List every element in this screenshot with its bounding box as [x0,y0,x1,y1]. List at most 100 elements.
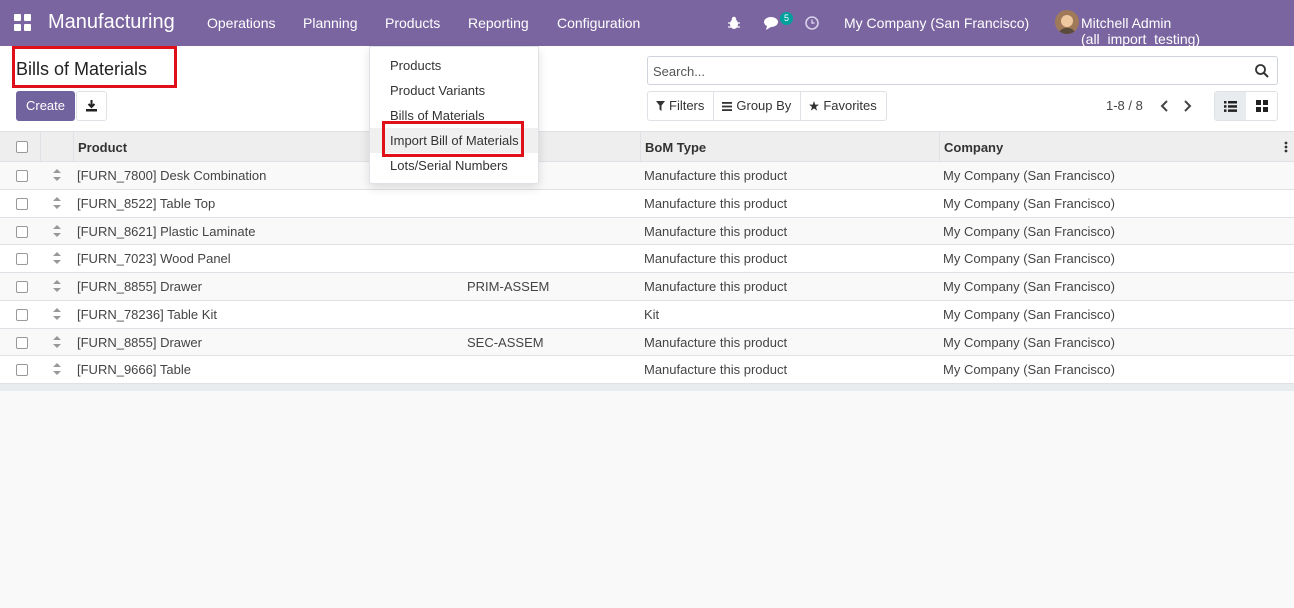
filters-button[interactable]: Filters [648,92,713,120]
cell-reference: PRIM-ASSEM [467,279,550,294]
cell-company: My Company (San Francisco) [943,168,1115,183]
download-button[interactable] [76,91,107,121]
apps-menu-icon[interactable] [14,14,32,32]
row-checkbox[interactable] [16,253,28,266]
title-highlight-box [12,46,177,88]
chevron-left-icon[interactable] [1158,98,1172,114]
cell-product: [FURN_8855] Drawer [77,279,202,294]
list-view-icon [1224,100,1237,112]
control-panel: Bills of Materials Create Filters Group … [0,46,1294,132]
top-navbar: Manufacturing Operations Planning Produc… [0,0,1294,47]
table-row[interactable]: [FURN_8621] Plastic Laminate Manufacture … [0,217,1294,246]
table-row[interactable]: [FURN_78236] Table Kit Kit My Company (San… [0,300,1294,329]
row-checkbox[interactable] [16,170,28,182]
table-row[interactable]: [FURN_8522] Table Top Manufacture this pr… [0,189,1294,218]
menu-products[interactable]: Products [385,15,440,31]
bug-icon[interactable] [727,16,741,30]
header-product[interactable]: Product [78,140,127,155]
cell-bom-type: Manufacture this product [644,168,788,183]
menu-configuration[interactable]: Configuration [557,15,640,31]
drag-handle-icon[interactable] [53,363,61,376]
menu-operations[interactable]: Operations [207,15,275,31]
clock-icon[interactable] [805,16,819,30]
cell-bom-type: Manufacture this product [644,195,788,211]
table-row[interactable]: [FURN_7800] Desk Combination Manufacture … [0,162,1294,190]
table-row[interactable]: [FURN_8855] Drawer PRIM-ASSEM Manufacture … [0,273,1294,301]
products-dropdown-menu: Products Product Variants Bills of Mater… [369,46,539,184]
drag-handle-icon[interactable] [53,224,61,237]
menu-item-product-variants[interactable]: Product Variants [370,78,538,103]
favorites-label: Favorites [823,98,877,113]
chevron-right-icon[interactable] [1180,98,1194,114]
header-bom-type[interactable]: BoM Type [645,140,706,155]
cell-company: My Company (San Francisco) [943,251,1115,267]
menu-reporting[interactable]: Reporting [468,15,529,31]
cell-reference: SEC-ASSEM [467,334,544,350]
drag-handle-icon[interactable] [53,169,61,181]
header-company[interactable]: Company [944,140,1003,155]
row-checkbox[interactable] [16,308,28,321]
row-checkbox[interactable] [16,225,28,238]
menu-item-products[interactable]: Products [370,53,538,78]
menu-planning[interactable]: Planning [303,15,358,31]
cell-company: My Company (San Francisco) [943,223,1115,239]
cell-product: [FURN_78236] Table Kit [77,306,217,322]
row-checkbox[interactable] [16,281,28,293]
drag-handle-icon[interactable] [53,196,61,209]
drag-handle-icon[interactable] [53,252,61,265]
select-all-checkbox[interactable] [16,141,28,153]
list-bars-icon [722,101,733,111]
search-box[interactable] [647,56,1278,85]
view-switcher [1214,91,1278,121]
table-row[interactable]: [FURN_7023] Wood Panel Manufacture this p… [0,245,1294,273]
drag-handle-icon[interactable] [53,335,61,348]
filters-label: Filters [669,98,705,113]
cell-bom-type: Manufacture this product [644,251,788,267]
cell-bom-type: Manufacture this product [644,223,788,239]
cell-company: My Company (San Francisco) [943,362,1115,378]
favorites-button[interactable]: Favorites [800,92,885,120]
app-name[interactable]: Manufacturing [48,11,175,34]
cell-company: My Company (San Francisco) [943,334,1115,350]
cell-product: [FURN_9666] Table [77,362,191,378]
kanban-view-button[interactable] [1246,92,1277,120]
drag-handle-icon[interactable] [53,280,61,292]
filter-icon [656,101,665,111]
cell-company: My Company (San Francisco) [943,279,1115,294]
group-by-label: Group By [736,98,792,113]
cell-product: [FURN_8522] Table Top [77,195,216,211]
cell-bom-type: Manufacture this product [644,279,788,294]
search-input[interactable] [653,62,1243,80]
company-switcher[interactable]: My Company (San Francisco) [844,15,1029,31]
create-button[interactable]: Create [16,91,75,121]
star-icon [809,101,820,111]
kanban-view-icon [1255,100,1268,112]
cell-bom-type: Manufacture this product [644,334,788,350]
cell-product: [FURN_7023] Wood Panel [77,251,231,267]
group-by-button[interactable]: Group By [713,92,800,120]
drag-handle-icon[interactable] [53,307,61,320]
chat-badge: 5 [780,12,793,25]
cell-product: [FURN_7800] Desk Combination [77,168,267,183]
pager-value[interactable]: 1-8 / 8 [1106,98,1143,113]
row-checkbox[interactable] [16,364,28,377]
table-body: [FURN_7800] Desk Combination Manufacture … [0,162,1294,384]
cell-bom-type: Manufacture this product [644,362,788,378]
user-avatar[interactable] [1055,10,1079,34]
search-icon[interactable] [1254,63,1270,79]
cell-company: My Company (San Francisco) [943,195,1115,211]
user-menu[interactable]: Mitchell Admin (all_import_testing) [1081,15,1294,47]
cell-product: [FURN_8855] Drawer [77,334,202,350]
row-checkbox[interactable] [16,336,28,349]
table-header: Product BoM Type Company [0,132,1294,162]
bom-list-table: Product BoM Type Company [FURN_7800] Des… [0,132,1294,384]
list-view-button[interactable] [1215,92,1246,120]
table-row[interactable]: [FURN_9666] Table Manufacture this produc… [0,356,1294,384]
table-row[interactable]: [FURN_8855] Drawer SEC-ASSEM Manufacture t… [0,328,1294,357]
optional-columns-icon[interactable] [1284,141,1288,153]
search-options: Filters Group By Favorites [647,91,887,121]
cell-bom-type: Kit [644,306,660,322]
cell-product: [FURN_8621] Plastic Laminate [77,223,256,239]
import-highlight-box [382,121,524,157]
row-checkbox[interactable] [16,197,28,210]
